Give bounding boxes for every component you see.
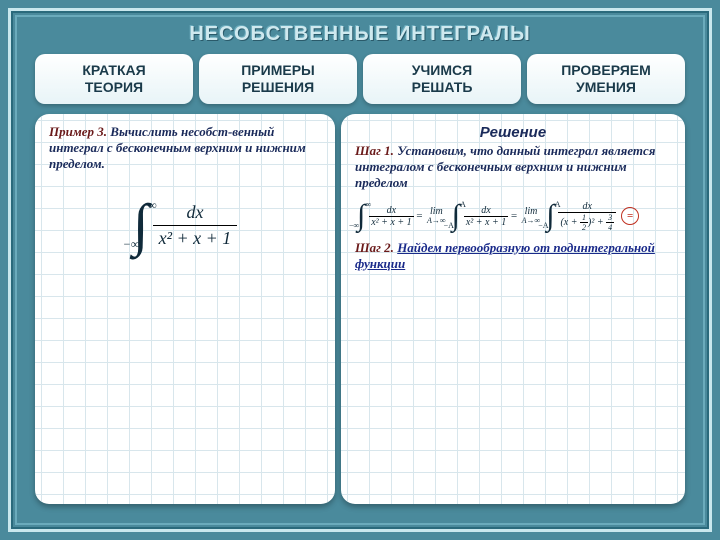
continue-equals-icon[interactable]: = (621, 207, 639, 225)
integral-sign: ∫ A −A (452, 207, 460, 225)
numerator: dx (153, 202, 238, 226)
solution-content: Решение Шаг 1. Установим, что данный инт… (341, 114, 685, 282)
den: (x + 12)² + 34 (558, 213, 616, 232)
step-1: Шаг 1. Установим, что данный интеграл яв… (355, 143, 671, 191)
integral-sign: ∫ A −A (546, 207, 554, 225)
step-text: Установим, что данный интеграл является … (355, 143, 656, 190)
lower: −A (538, 224, 548, 229)
tab-learn[interactable]: УЧИМСЯ РЕШАТЬ (363, 54, 521, 104)
n: 1 (580, 213, 588, 223)
equation-row: ∫ ∞ −∞ dx x² + x + 1 = lim A→∞ (355, 201, 671, 232)
integral-sign: ∫ ∞ −∞ (133, 208, 149, 243)
d: 4 (606, 223, 614, 232)
problem-statement: Пример 3. Вычислить несобст-венный интег… (49, 124, 321, 172)
content-row: Пример 3. Вычислить несобст-венный интег… (35, 114, 685, 504)
upper: A (555, 203, 561, 208)
step-label: Шаг 1. (355, 143, 394, 158)
n: 3 (606, 213, 614, 223)
tab-label: РЕШЕНИЯ (242, 79, 314, 95)
num: dx (369, 205, 413, 217)
problem-panel: Пример 3. Вычислить несобст-венный интег… (35, 114, 335, 504)
tab-examples[interactable]: ПРИМЕРЫ РЕШЕНИЯ (199, 54, 357, 104)
problem-content: Пример 3. Вычислить несобст-венный интег… (35, 114, 335, 259)
example-label: Пример 3. (49, 124, 107, 139)
den-part: (x + (560, 216, 580, 227)
tab-label: УЧИМСЯ (412, 62, 472, 78)
den: x² + x + 1 (369, 217, 413, 228)
upper-limit: ∞ (148, 202, 157, 209)
solution-panel: Решение Шаг 1. Установим, что данный инт… (341, 114, 685, 504)
num: dx (464, 205, 508, 217)
inner-frame: НЕСОБСТВЕННЫЕ ИНТЕГРАЛЫ КРАТКАЯ ТЕОРИЯ П… (15, 15, 705, 525)
equals: = (510, 210, 517, 222)
tabs-row: КРАТКАЯ ТЕОРИЯ ПРИМЕРЫ РЕШЕНИЯ УЧИМСЯ РЕ… (35, 54, 685, 104)
tab-label: ПРОВЕРЯЕМ (561, 62, 651, 78)
half: 12 (580, 213, 588, 232)
page-title: НЕСОБСТВЕННЫЕ ИНТЕГРАЛЫ (17, 23, 703, 46)
solution-title: Решение (355, 124, 671, 141)
fraction: dx x² + x + 1 (369, 205, 413, 228)
lower-limit: −∞ (123, 241, 140, 248)
step-2: Шаг 2. Найдем первообразную от подинтегр… (355, 240, 671, 272)
limit: lim A→∞ (427, 207, 446, 225)
tab-theory[interactable]: КРАТКАЯ ТЕОРИЯ (35, 54, 193, 104)
upper: A (460, 203, 466, 208)
equals: = (416, 210, 423, 222)
three-quarters: 34 (606, 213, 614, 232)
outer-frame: НЕСОБСТВЕННЫЕ ИНТЕГРАЛЫ КРАТКАЯ ТЕОРИЯ П… (8, 8, 712, 532)
fraction: dx (x + 12)² + 34 (558, 201, 616, 232)
tab-label: КРАТКАЯ (82, 62, 145, 78)
lower: −A (444, 224, 454, 229)
fraction: dx x² + x + 1 (464, 205, 508, 228)
tab-label: РЕШАТЬ (412, 79, 473, 95)
denominator: x² + x + 1 (153, 226, 238, 249)
den-part: )² + (588, 216, 606, 227)
num: dx (558, 201, 616, 213)
tab-label: УМЕНИЯ (576, 79, 636, 95)
step-label: Шаг 2. (355, 240, 394, 255)
upper: ∞ (366, 203, 372, 208)
tab-label: ПРИМЕРЫ (241, 62, 315, 78)
den: x² + x + 1 (464, 217, 508, 228)
integral-expression: ∫ ∞ −∞ dx x² + x + 1 (49, 202, 321, 249)
step-link[interactable]: Найдем первообразную от подинтегральной … (355, 240, 655, 271)
fraction: dx x² + x + 1 (153, 202, 238, 249)
integral-sign: ∫ ∞ −∞ (357, 207, 365, 225)
tab-label: ТЕОРИЯ (85, 79, 143, 95)
tab-check[interactable]: ПРОВЕРЯЕМ УМЕНИЯ (527, 54, 685, 104)
d: 2 (580, 223, 588, 232)
lower: −∞ (349, 224, 359, 229)
